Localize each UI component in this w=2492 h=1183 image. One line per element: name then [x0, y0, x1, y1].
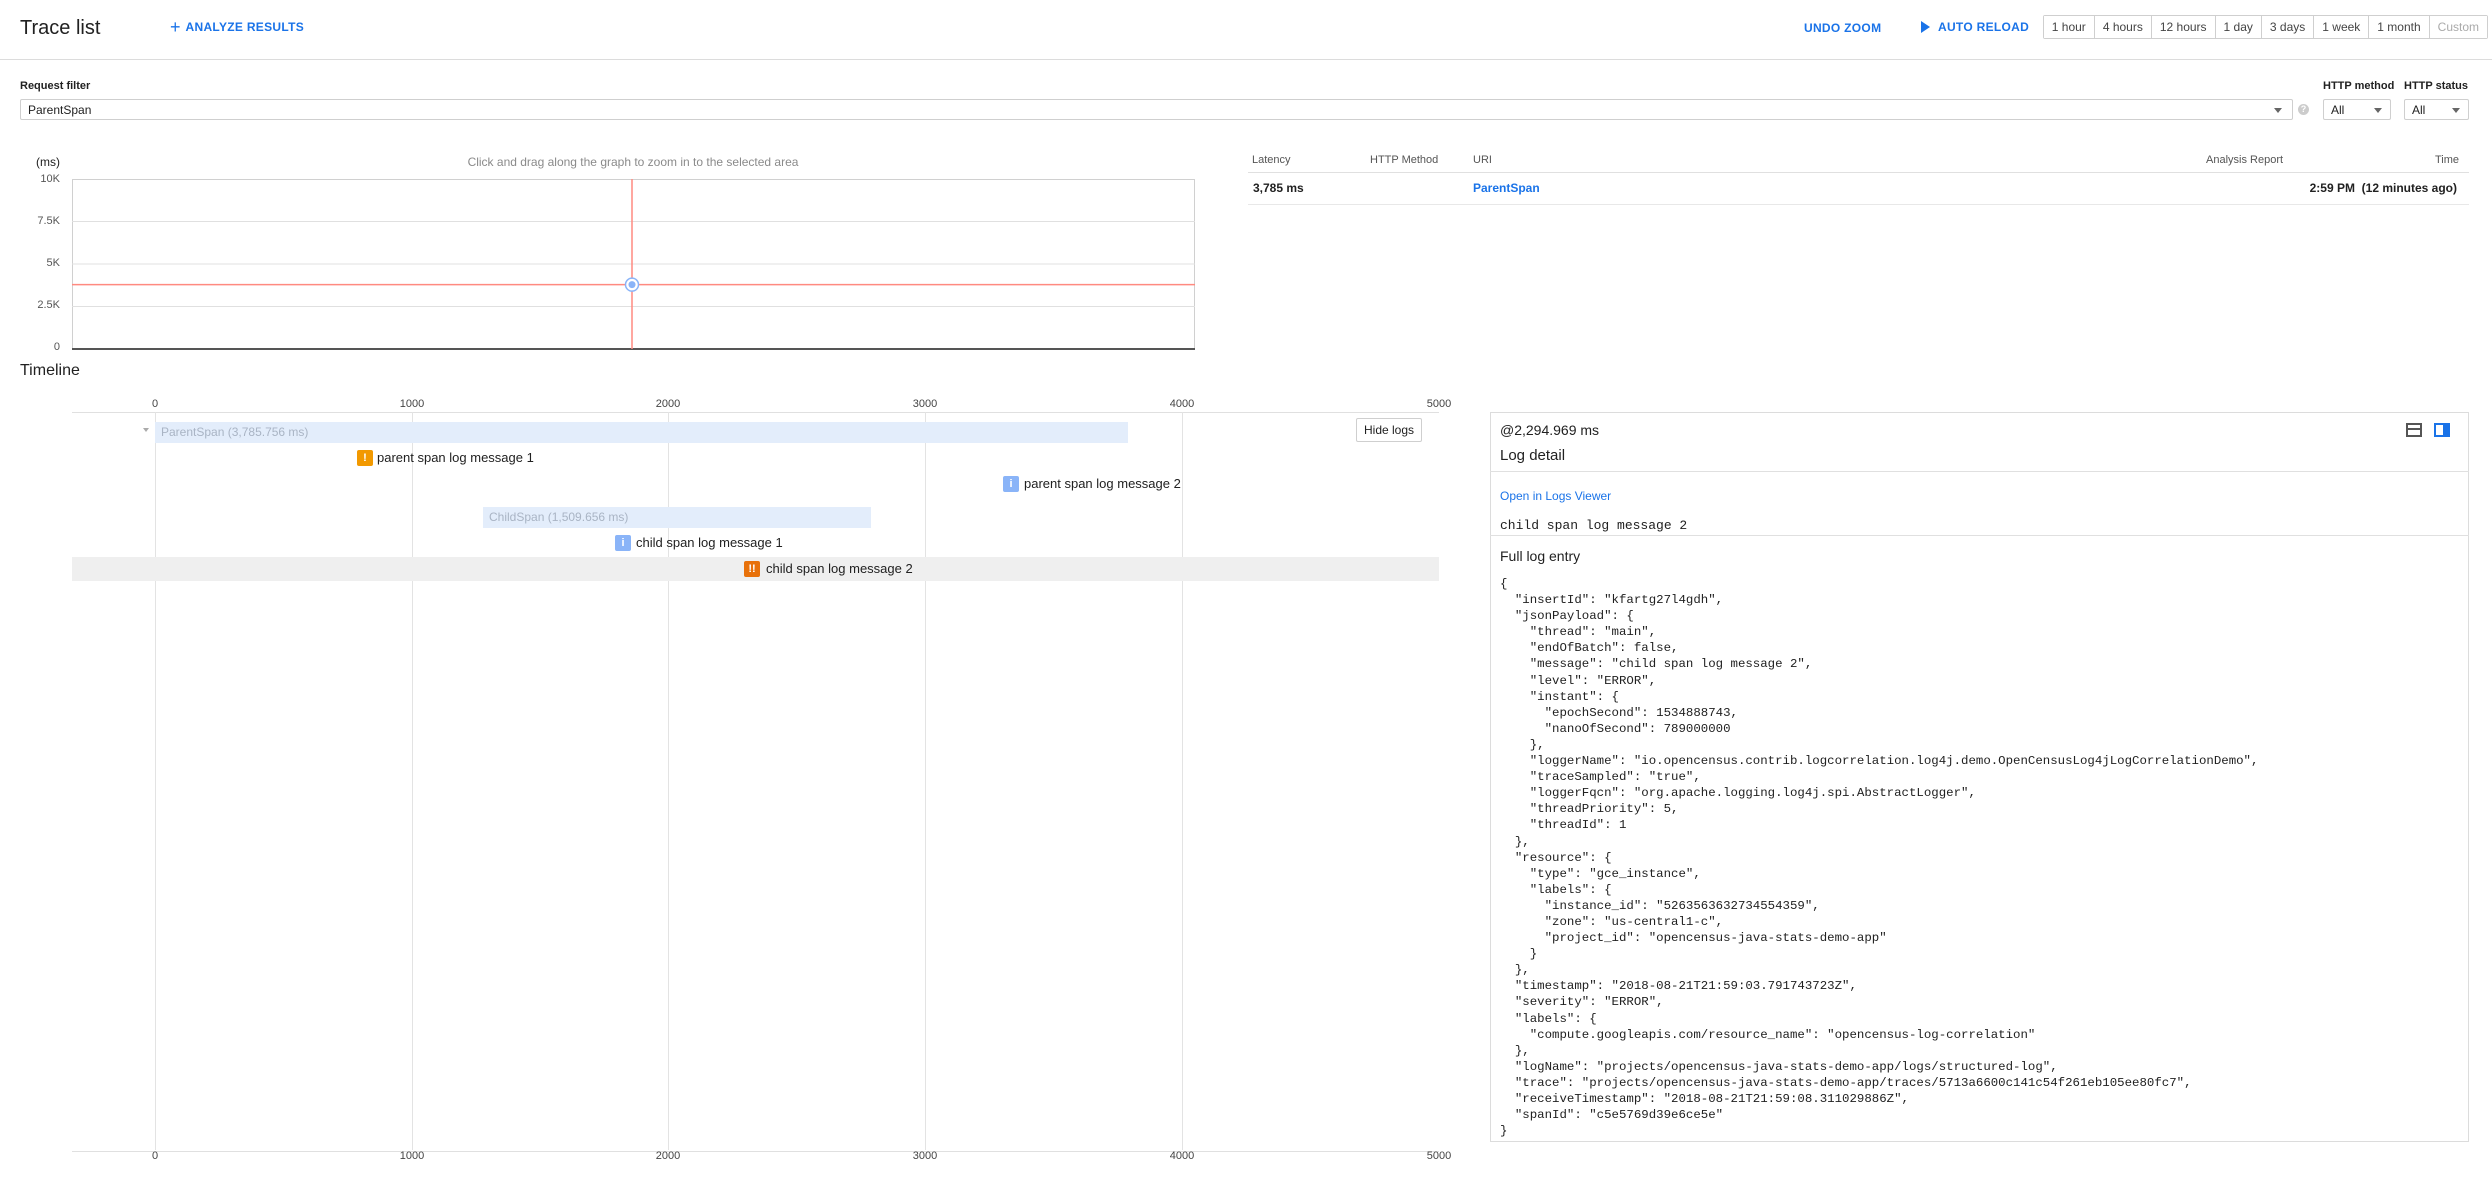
- toolbar: Trace list + ANALYZE RESULTS UNDO ZOOM A…: [0, 0, 2492, 60]
- grid-line: [925, 412, 926, 1150]
- info-icon[interactable]: i: [1003, 476, 1019, 492]
- y-tick: 10K: [40, 173, 60, 185]
- cell-uri-link[interactable]: ParentSpan: [1473, 181, 1540, 195]
- axis-tick-top: 1000: [399, 398, 425, 410]
- axis-tick-bottom: 3000: [912, 1150, 938, 1162]
- range-1-day[interactable]: 1 day: [2215, 16, 2262, 38]
- axis-tick-top: 5000: [1426, 398, 1452, 410]
- auto-reload-label: AUTO RELOAD: [1938, 20, 2030, 34]
- undo-zoom-button[interactable]: UNDO ZOOM: [1804, 21, 1881, 35]
- timeline-title: Timeline: [20, 362, 80, 379]
- split-horizontal-icon[interactable]: [2406, 423, 2422, 437]
- header-time[interactable]: Time: [2435, 154, 2459, 166]
- full-log-json: { "insertId": "kfartg27l4gdh", "jsonPayl…: [1500, 577, 2259, 1139]
- help-icon[interactable]: ?: [2298, 104, 2309, 115]
- latency-chart[interactable]: [72, 179, 1196, 351]
- range-3-days[interactable]: 3 days: [2261, 16, 2315, 38]
- y-tick: 0: [53, 341, 60, 353]
- request-filter-label: Request filter: [20, 80, 91, 92]
- error-icon[interactable]: !!: [744, 561, 760, 577]
- y-tick: 7.5K: [37, 215, 60, 227]
- plus-icon: +: [170, 17, 181, 37]
- http-status-value: All: [2412, 103, 2426, 117]
- grid-line: [155, 412, 156, 1150]
- range-1-week[interactable]: 1 week: [2314, 16, 2370, 38]
- grid-line: [412, 412, 413, 1150]
- data-point: [628, 281, 636, 289]
- http-method-value: All: [2331, 103, 2345, 117]
- table-row[interactable]: 3,785 ms ParentSpan 2:59 PM (12 minutes …: [1248, 173, 2469, 205]
- chart-hint: Click and drag along the graph to zoom i…: [467, 155, 799, 169]
- play-icon: [1921, 21, 1930, 33]
- request-filter-input[interactable]: ParentSpan: [20, 99, 2293, 120]
- chevron-down-icon: [2452, 108, 2460, 113]
- chevron-down-icon: [2374, 108, 2382, 113]
- child-span-bar[interactable]: ChildSpan (1,509.656 ms): [483, 507, 871, 528]
- axis-tick-bottom: 2000: [655, 1150, 681, 1162]
- analyze-results-button[interactable]: + ANALYZE RESULTS: [170, 17, 305, 37]
- hide-logs-button[interactable]: Hide logs: [1356, 418, 1423, 442]
- analyze-results-label: ANALYZE RESULTS: [185, 20, 305, 34]
- cell-time: 2:59 PM (12 minutes ago): [2309, 181, 2457, 195]
- divider: [1490, 535, 2469, 536]
- log-message-label[interactable]: child span log message 2: [766, 561, 913, 576]
- log-message-text: child span log message 2: [1500, 518, 1688, 533]
- chevron-down-icon: [2274, 108, 2282, 113]
- collapse-chevron-icon[interactable]: [143, 428, 149, 432]
- header-latency[interactable]: Latency: [1252, 154, 1291, 166]
- header-uri[interactable]: URI: [1473, 154, 1492, 166]
- axis-tick-bottom: 5000: [1426, 1150, 1452, 1162]
- log-message-label[interactable]: parent span log message 1: [377, 450, 534, 465]
- log-message-label[interactable]: child span log message 1: [636, 535, 783, 550]
- full-log-entry-heading: Full log entry: [1500, 548, 1581, 564]
- parent-span-bar[interactable]: ParentSpan (3,785.756 ms): [155, 422, 1128, 443]
- warning-icon[interactable]: !: [357, 450, 373, 466]
- page-title: Trace list: [20, 17, 101, 39]
- range-12-hours[interactable]: 12 hours: [2151, 16, 2216, 38]
- axis-tick-top: 3000: [912, 398, 938, 410]
- http-method-select[interactable]: All: [2323, 99, 2391, 120]
- header-http-method[interactable]: HTTP Method: [1370, 154, 1438, 166]
- grid-line: [1182, 412, 1183, 1150]
- axis-tick-top: 4000: [1169, 398, 1195, 410]
- range-1-month[interactable]: 1 month: [2369, 16, 2430, 38]
- cell-latency: 3,785 ms: [1253, 181, 1304, 195]
- divider: [1490, 471, 2469, 472]
- axis-tick-top: 0: [151, 398, 159, 410]
- axis-tick-bottom: 0: [151, 1150, 159, 1162]
- http-method-label: HTTP method: [2323, 80, 2395, 92]
- range-custom[interactable]: Custom: [2429, 16, 2487, 38]
- range-1-hour[interactable]: 1 hour: [2043, 16, 2095, 38]
- http-status-label: HTTP status: [2404, 80, 2468, 92]
- open-in-logs-viewer-link[interactable]: Open in Logs Viewer: [1500, 489, 1611, 503]
- axis-tick-bottom: 1000: [399, 1150, 425, 1162]
- y-tick: 2.5K: [37, 299, 60, 311]
- range-4-hours[interactable]: 4 hours: [2094, 16, 2152, 38]
- time-range-selector: 1 hour 4 hours 12 hours 1 day 3 days 1 w…: [2042, 15, 2488, 39]
- request-filter-value: ParentSpan: [28, 103, 92, 117]
- split-vertical-icon[interactable]: [2434, 423, 2450, 437]
- axis-tick-bottom: 4000: [1169, 1150, 1195, 1162]
- y-tick: 5K: [46, 257, 60, 269]
- http-status-select[interactable]: All: [2404, 99, 2469, 120]
- auto-reload-button[interactable]: AUTO RELOAD: [1921, 20, 2029, 34]
- log-message-label[interactable]: parent span log message 2: [1024, 476, 1181, 491]
- log-detail-title: Log detail: [1500, 447, 1566, 464]
- header-analysis-report[interactable]: Analysis Report: [2206, 154, 2283, 166]
- axis-tick-top: 2000: [655, 398, 681, 410]
- info-icon[interactable]: i: [615, 535, 631, 551]
- log-offset: @2,294.969 ms: [1500, 422, 1600, 438]
- chart-unit-label: (ms): [36, 155, 60, 169]
